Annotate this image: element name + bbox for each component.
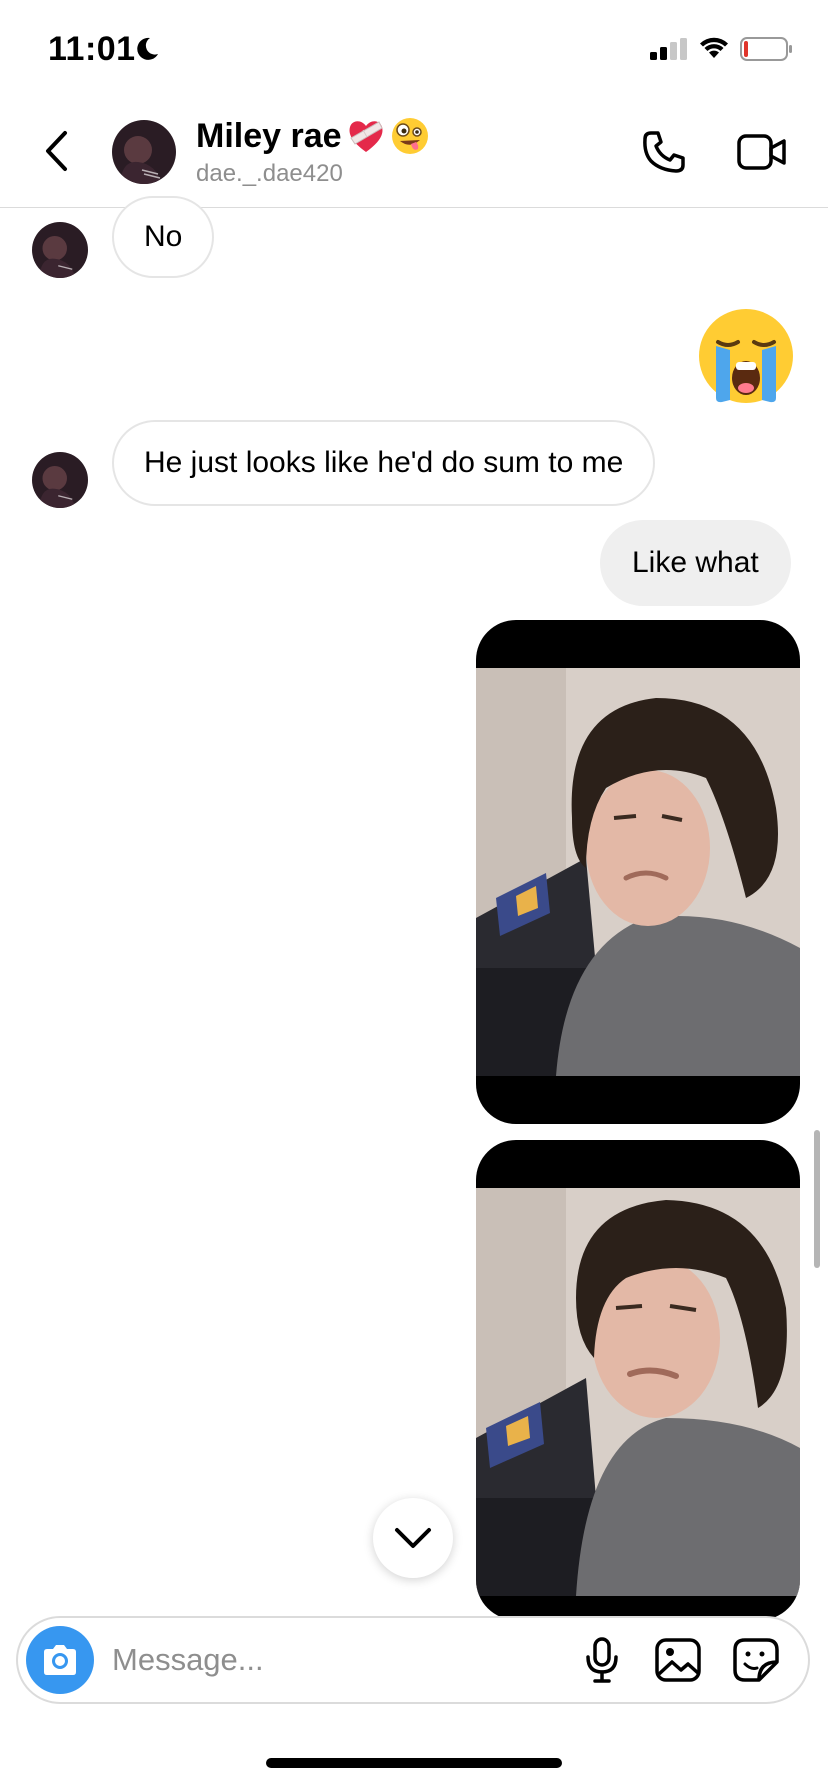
moon-icon bbox=[137, 37, 158, 60]
avatar-photo bbox=[32, 452, 88, 508]
avatar-photo bbox=[32, 222, 88, 278]
video-camera-icon bbox=[737, 134, 786, 170]
chevron-down-icon bbox=[395, 1528, 431, 1548]
sticker-button[interactable] bbox=[730, 1636, 782, 1684]
sticker-icon bbox=[733, 1638, 779, 1682]
status-time: 11:01 bbox=[48, 30, 136, 68]
chevron-left-icon bbox=[46, 131, 67, 171]
bandaged-heart-emoji bbox=[349, 121, 383, 152]
scroll-indicator[interactable] bbox=[814, 1130, 820, 1268]
home-indicator[interactable] bbox=[266, 1758, 562, 1768]
outgoing-photo-message[interactable] bbox=[476, 1140, 800, 1620]
incoming-message[interactable]: No bbox=[112, 196, 215, 278]
phone-icon bbox=[643, 131, 685, 173]
selfie-photo bbox=[476, 668, 800, 1076]
voice-call-button[interactable] bbox=[636, 124, 692, 180]
message-text: No bbox=[144, 220, 183, 253]
camera-button[interactable] bbox=[26, 1626, 94, 1694]
chat-header: Miley rae dae._.dae420 bbox=[0, 100, 828, 208]
outgoing-photo-message[interactable] bbox=[476, 620, 800, 1124]
message-avatar[interactable] bbox=[32, 452, 88, 508]
incoming-message[interactable]: He just looks like he'd do sum to me bbox=[112, 420, 656, 506]
message-text: He just looks like he'd do sum to me bbox=[144, 446, 624, 479]
contact-name[interactable]: Miley rae bbox=[196, 116, 430, 156]
back-button[interactable] bbox=[30, 120, 82, 182]
message-text: Like what bbox=[632, 546, 759, 579]
battery-icon bbox=[740, 37, 792, 61]
voice-message-button[interactable] bbox=[578, 1636, 626, 1684]
video-call-button[interactable] bbox=[732, 124, 792, 180]
message-avatar[interactable] bbox=[32, 222, 88, 278]
gallery-button[interactable] bbox=[652, 1636, 704, 1684]
zany-face-emoji bbox=[391, 118, 428, 154]
status-bar: 11:01 bbox=[0, 0, 828, 100]
contact-name-text: Miley rae bbox=[196, 116, 342, 155]
image-icon bbox=[655, 1638, 701, 1682]
wifi-icon bbox=[700, 37, 728, 58]
signal-icon bbox=[650, 38, 687, 60]
message-composer bbox=[16, 1616, 810, 1704]
selfie-photo bbox=[476, 1188, 800, 1596]
camera-icon bbox=[44, 1645, 76, 1675]
avatar-photo bbox=[112, 120, 176, 184]
contact-avatar[interactable] bbox=[112, 120, 176, 184]
loudly-crying-face-emoji[interactable] bbox=[696, 306, 796, 406]
microphone-icon bbox=[586, 1637, 618, 1683]
message-input[interactable] bbox=[112, 1638, 552, 1682]
jump-to-latest-button[interactable] bbox=[373, 1498, 453, 1578]
outgoing-message[interactable]: Like what bbox=[600, 520, 791, 606]
contact-username: dae._.dae420 bbox=[196, 160, 343, 187]
